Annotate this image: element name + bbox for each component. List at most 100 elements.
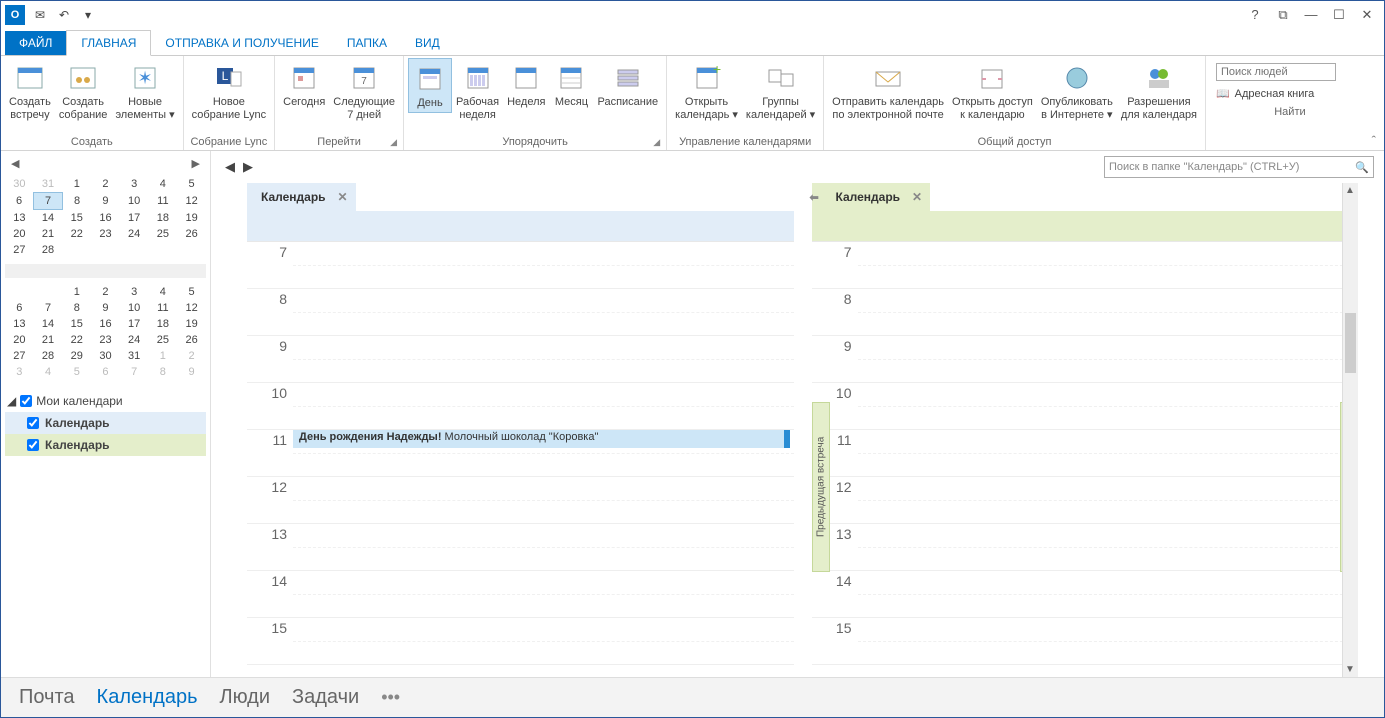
minical-day[interactable]: 14	[34, 210, 63, 227]
mini-calendar-1[interactable]: 3031123456789101112131415161718192021222…	[5, 176, 206, 258]
minical-day[interactable]: 6	[91, 364, 120, 380]
minical-day[interactable]: 19	[177, 316, 206, 332]
vertical-scrollbar[interactable]: ▲ ▼	[1342, 183, 1358, 677]
minical-day[interactable]: 11	[149, 193, 178, 210]
minical-day[interactable]: 17	[120, 316, 149, 332]
time-slot[interactable]	[293, 571, 794, 618]
minical-day[interactable]: 30	[91, 348, 120, 364]
time-slot[interactable]	[858, 571, 1359, 618]
minical-day[interactable]: 4	[34, 364, 63, 380]
find-people-input[interactable]	[1216, 63, 1336, 81]
minical-day[interactable]: 23	[91, 226, 120, 242]
minical-day[interactable]: 1	[149, 348, 178, 364]
minical-day[interactable]: 3	[120, 176, 149, 193]
close-button[interactable]: ✕	[1354, 4, 1380, 26]
tab-view[interactable]: ВИД	[401, 31, 454, 55]
next-day-icon[interactable]: ▶	[239, 157, 257, 177]
time-slot[interactable]	[858, 524, 1359, 571]
scroll-down-icon[interactable]: ▼	[1345, 664, 1355, 675]
minical-day[interactable]: 24	[120, 332, 149, 348]
day-view-button[interactable]: День	[408, 58, 452, 113]
my-calendars-header[interactable]: ◢ Мои календари	[5, 390, 206, 412]
minical-day[interactable]: 22	[62, 226, 91, 242]
calendar-item-green[interactable]: Календарь	[5, 434, 206, 456]
new-meeting-button[interactable]: Создать собрание	[55, 58, 112, 123]
minical-day[interactable]: 7	[120, 364, 149, 380]
minical-day[interactable]: 8	[62, 193, 91, 210]
time-slot[interactable]	[293, 383, 794, 430]
minical-day[interactable]: 1	[62, 176, 91, 193]
minical-day[interactable]: 10	[120, 193, 149, 210]
minical-day[interactable]: 20	[5, 332, 34, 348]
minical-day[interactable]: 9	[91, 193, 120, 210]
close-pane-icon[interactable]: ✕	[912, 190, 922, 204]
time-slot[interactable]	[293, 618, 794, 665]
schedule-view-button[interactable]: Расписание	[593, 58, 662, 111]
tab-send-receive[interactable]: ОТПРАВКА И ПОЛУЧЕНИЕ	[151, 31, 332, 55]
minical-day[interactable]: 6	[5, 193, 34, 210]
overlay-arrow-icon[interactable]: ⬅	[810, 191, 819, 204]
minical-day[interactable]: 25	[149, 226, 178, 242]
my-calendars-checkbox[interactable]	[20, 395, 32, 407]
minical-day[interactable]	[62, 242, 91, 258]
minical-day[interactable]: 7	[34, 193, 63, 210]
qat-dropdown-icon[interactable]: ▾	[77, 4, 99, 26]
email-calendar-button[interactable]: Отправить календарь по электронной почте	[828, 58, 948, 123]
minical-day[interactable]: 2	[91, 284, 120, 300]
minical-day[interactable]: 25	[149, 332, 178, 348]
undo-icon[interactable]: ↶	[53, 4, 75, 26]
time-slot[interactable]	[858, 477, 1359, 524]
minical-day[interactable]: 12	[177, 193, 206, 210]
time-slot[interactable]	[858, 289, 1359, 336]
scroll-thumb[interactable]	[1345, 313, 1356, 373]
minical-day[interactable]: 28	[34, 348, 63, 364]
minical-day[interactable]: 5	[177, 284, 206, 300]
minical-day[interactable]: 15	[62, 316, 91, 332]
share-calendar-button[interactable]: Открыть доступ к календарю	[948, 58, 1037, 123]
time-slot[interactable]	[293, 289, 794, 336]
time-slot[interactable]: День рождения Надежды! Молочный шоколад …	[293, 430, 794, 477]
tab-home[interactable]: ГЛАВНАЯ	[66, 30, 151, 56]
time-slot[interactable]	[858, 336, 1359, 383]
minical-day[interactable]: 24	[120, 226, 149, 242]
prev-day-icon[interactable]: ◀	[221, 157, 239, 177]
minical-day[interactable]: 28	[34, 242, 63, 258]
new-appointment-button[interactable]: Создать встречу	[5, 58, 55, 123]
minical-day[interactable]	[5, 284, 34, 300]
nav-people[interactable]: Люди	[220, 686, 271, 709]
calendar-checkbox[interactable]	[27, 417, 39, 429]
collapse-ribbon-icon[interactable]: ˆ	[1372, 133, 1376, 148]
publish-online-button[interactable]: Опубликовать в Интернете ▾	[1037, 58, 1117, 123]
minical-day[interactable]: 18	[149, 210, 178, 227]
minical-day[interactable]: 1	[62, 284, 91, 300]
scroll-up-icon[interactable]: ▲	[1345, 185, 1355, 196]
tab-file[interactable]: ФАЙЛ	[5, 31, 66, 55]
help-icon[interactable]: ?	[1242, 4, 1268, 26]
minical-day[interactable]: 9	[177, 364, 206, 380]
nav-mail[interactable]: Почта	[19, 686, 75, 709]
time-grid-blue[interactable]: 789101112131415 День рождения Надежды! М…	[247, 241, 794, 677]
minimize-button[interactable]: —	[1298, 4, 1324, 26]
calendar-search-input[interactable]: Поиск в папке "Календарь" (CTRL+У) 🔍	[1104, 156, 1374, 178]
minical-day[interactable]: 3	[5, 364, 34, 380]
minical-day[interactable]: 7	[34, 300, 63, 316]
time-slot[interactable]	[858, 618, 1359, 665]
send-receive-icon[interactable]: ✉	[29, 4, 51, 26]
time-slot[interactable]	[858, 383, 1359, 430]
time-slot[interactable]	[293, 477, 794, 524]
minical-day[interactable]: 12	[177, 300, 206, 316]
minical-day[interactable]: 17	[120, 210, 149, 227]
minical-day[interactable]: 11	[149, 300, 178, 316]
minical-day[interactable]: 16	[91, 316, 120, 332]
calendar-item-blue[interactable]: Календарь	[5, 412, 206, 434]
ribbon-options-icon[interactable]: ⧉	[1270, 4, 1296, 26]
minical-day[interactable]	[177, 242, 206, 258]
minical-day[interactable]: 23	[91, 332, 120, 348]
minical-day[interactable]: 22	[62, 332, 91, 348]
month-button[interactable]: Месяц	[549, 58, 593, 111]
minical-day[interactable]: 10	[120, 300, 149, 316]
time-slot[interactable]	[858, 430, 1359, 477]
open-calendar-button[interactable]: + Открыть календарь ▾	[671, 58, 742, 123]
mini-calendar-2[interactable]: 1234567891011121314151617181920212223242…	[5, 284, 206, 380]
calendar-checkbox[interactable]	[27, 439, 39, 451]
